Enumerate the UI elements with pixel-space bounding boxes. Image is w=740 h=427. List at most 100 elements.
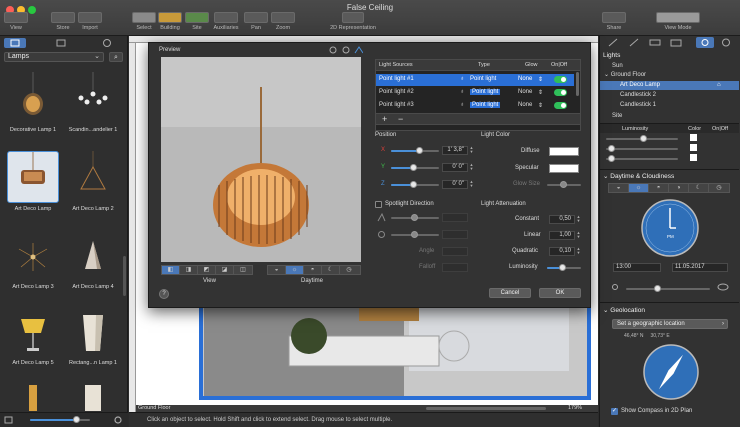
library-item[interactable]: Art Deco Lamp 4	[64, 226, 122, 298]
night-icon[interactable]: ☾	[322, 266, 340, 274]
tab-info[interactable]	[717, 37, 735, 48]
top-icon[interactable]: ◪	[216, 266, 234, 274]
clock-dial[interactable]: PM	[640, 198, 700, 258]
glow-select[interactable]: None	[518, 76, 532, 82]
noon-icon[interactable]: ◓	[304, 266, 322, 274]
library-item[interactable]: Decorative Lamp 1	[4, 69, 62, 141]
time-field[interactable]: 13:00	[613, 263, 661, 272]
library-item[interactable]: Scandin...andelier 1	[64, 69, 122, 141]
constant-field[interactable]: 0,50	[549, 215, 575, 224]
scroll-thumb[interactable]	[426, 407, 546, 410]
sunrise-icon[interactable]: ◒	[268, 266, 286, 274]
zoom-level[interactable]: 179%	[568, 405, 582, 412]
table-row[interactable]: Point light #3 ♁ Point light None ⇕	[376, 100, 574, 112]
2d-representation-button[interactable]: 2D Representation	[328, 12, 378, 31]
quadratic-stepper[interactable]: ▲ ▼	[576, 247, 581, 256]
luminosity-slider[interactable]	[606, 155, 678, 162]
light-color-swatch[interactable]	[690, 144, 697, 151]
position-y-slider[interactable]	[391, 164, 439, 171]
cancel-button[interactable]: Cancel	[489, 288, 531, 298]
library-item-selected[interactable]: Art Deco Lamp	[4, 148, 62, 220]
light-color-swatch[interactable]	[690, 154, 697, 161]
help-button[interactable]: ?	[159, 289, 169, 299]
table-row[interactable]: Point light #1 ♁ Point light None ⇕	[376, 74, 574, 86]
constant-stepper[interactable]: ▲ ▼	[576, 215, 581, 224]
library-item[interactable]	[4, 376, 62, 412]
glow-select[interactable]: None	[518, 89, 532, 95]
tab-library[interactable]	[4, 38, 26, 48]
position-z-slider[interactable]	[391, 181, 439, 188]
search-button[interactable]: ⌕	[109, 52, 123, 62]
tab-properties[interactable]	[604, 37, 622, 48]
compass-dial[interactable]	[642, 343, 700, 401]
level-label[interactable]: Ground Floor	[138, 405, 170, 412]
settings-icon[interactable]	[113, 415, 123, 425]
select-button[interactable]: Select	[131, 12, 157, 31]
zoom-button[interactable]: Zoom	[270, 12, 296, 31]
linear-stepper[interactable]: ▲ ▼	[576, 231, 581, 240]
position-x-slider[interactable]	[391, 147, 439, 154]
position-z-field[interactable]: 0' 0"	[442, 180, 468, 189]
preview-viewport[interactable]	[161, 57, 361, 262]
front-icon[interactable]: ◨	[180, 266, 198, 274]
site-button[interactable]: Site	[184, 12, 210, 31]
view-presets[interactable]: ◧ ◨ ◩ ◪ ◫	[161, 265, 253, 275]
light-toggle[interactable]	[554, 76, 567, 83]
clock-icon[interactable]: ◷	[340, 266, 358, 274]
light-type[interactable]: Point light	[470, 89, 501, 95]
show-compass-checkbox[interactable]: ✓	[611, 408, 618, 415]
diffuse-color-swatch[interactable]	[549, 147, 579, 156]
ok-button[interactable]: OK	[539, 288, 581, 298]
library-item[interactable]: Art Deco Lamp 2	[64, 148, 122, 220]
position-y-stepper[interactable]: ▲ ▼	[469, 163, 474, 172]
share-button[interactable]: Share	[601, 12, 627, 31]
clock-icon[interactable]: ◷	[709, 184, 729, 192]
light-type[interactable]: Point light	[470, 76, 496, 82]
tab-materials[interactable]	[625, 37, 643, 48]
auxiliaries-button[interactable]: Auxiliaries	[213, 12, 239, 31]
night-icon[interactable]: ☾	[689, 184, 709, 192]
table-row[interactable]: Point light #2 ♁ Point light None ⇕	[376, 87, 574, 99]
library-item[interactable]: Rectang...n Lamp 1	[64, 302, 122, 374]
library-item[interactable]: Art Deco Lamp 3	[4, 226, 62, 298]
tab-lights[interactable]	[696, 37, 714, 48]
cloudiness-slider[interactable]	[626, 285, 710, 292]
position-x-field[interactable]: 1' 3,8"	[442, 146, 468, 155]
linear-field[interactable]: 1,00	[549, 231, 575, 240]
tree-item-candlestick-2[interactable]: Candlestick 2	[600, 91, 739, 100]
view-mode-control[interactable]: View Mode	[655, 12, 701, 31]
library-scrollbar[interactable]	[123, 256, 126, 296]
light-toggle[interactable]	[554, 102, 567, 109]
library-item[interactable]	[64, 376, 122, 412]
building-button[interactable]: Building	[157, 12, 183, 31]
pan-button[interactable]: Pan	[243, 12, 269, 31]
perspective-icon[interactable]: ◧	[162, 266, 180, 274]
specular-color-swatch[interactable]	[549, 164, 579, 173]
light-color-swatch[interactable]	[690, 134, 697, 141]
tree-item-ground-floor[interactable]: ⌄ Ground Floor	[600, 71, 739, 80]
add-light-button[interactable]: +	[382, 114, 387, 124]
morning-icon[interactable]: ☼	[629, 184, 649, 192]
tree-item-art-deco-lamp[interactable]: Art Deco Lamp ⌂	[600, 81, 739, 90]
category-select[interactable]: Lamps ⌄	[4, 52, 104, 62]
library-item[interactable]: Art Deco Lamp 5	[4, 302, 62, 374]
luminosity-slider[interactable]	[606, 145, 678, 152]
tab-catalog[interactable]	[50, 38, 72, 48]
sunset-icon[interactable]: ◑	[669, 184, 689, 192]
table-scrollbar[interactable]	[576, 72, 579, 96]
import-button[interactable]: Import	[77, 12, 103, 31]
tab-info[interactable]	[96, 38, 118, 48]
luminosity-slider[interactable]	[606, 135, 678, 142]
daytime-presets[interactable]: ◒ ☼ ◓ ◑ ☾ ◷	[608, 183, 730, 193]
quadratic-field[interactable]: 0,10	[549, 247, 575, 256]
position-y-field[interactable]: 0' 0"	[442, 163, 468, 172]
side-icon[interactable]: ◩	[198, 266, 216, 274]
thumbnail-size-slider[interactable]	[30, 416, 90, 423]
set-geographic-location-button[interactable]: Set a geographic location ›	[612, 319, 728, 329]
horizontal-scrollbar[interactable]	[136, 405, 598, 412]
position-z-stepper[interactable]: ▲ ▼	[469, 180, 474, 189]
date-field[interactable]: 11.05.2017	[672, 263, 728, 272]
light-toggle[interactable]	[554, 89, 567, 96]
luminosity-slider[interactable]	[547, 264, 581, 271]
daytime-presets-preview[interactable]: ◒ ☼ ◓ ☾ ◷	[267, 265, 361, 275]
